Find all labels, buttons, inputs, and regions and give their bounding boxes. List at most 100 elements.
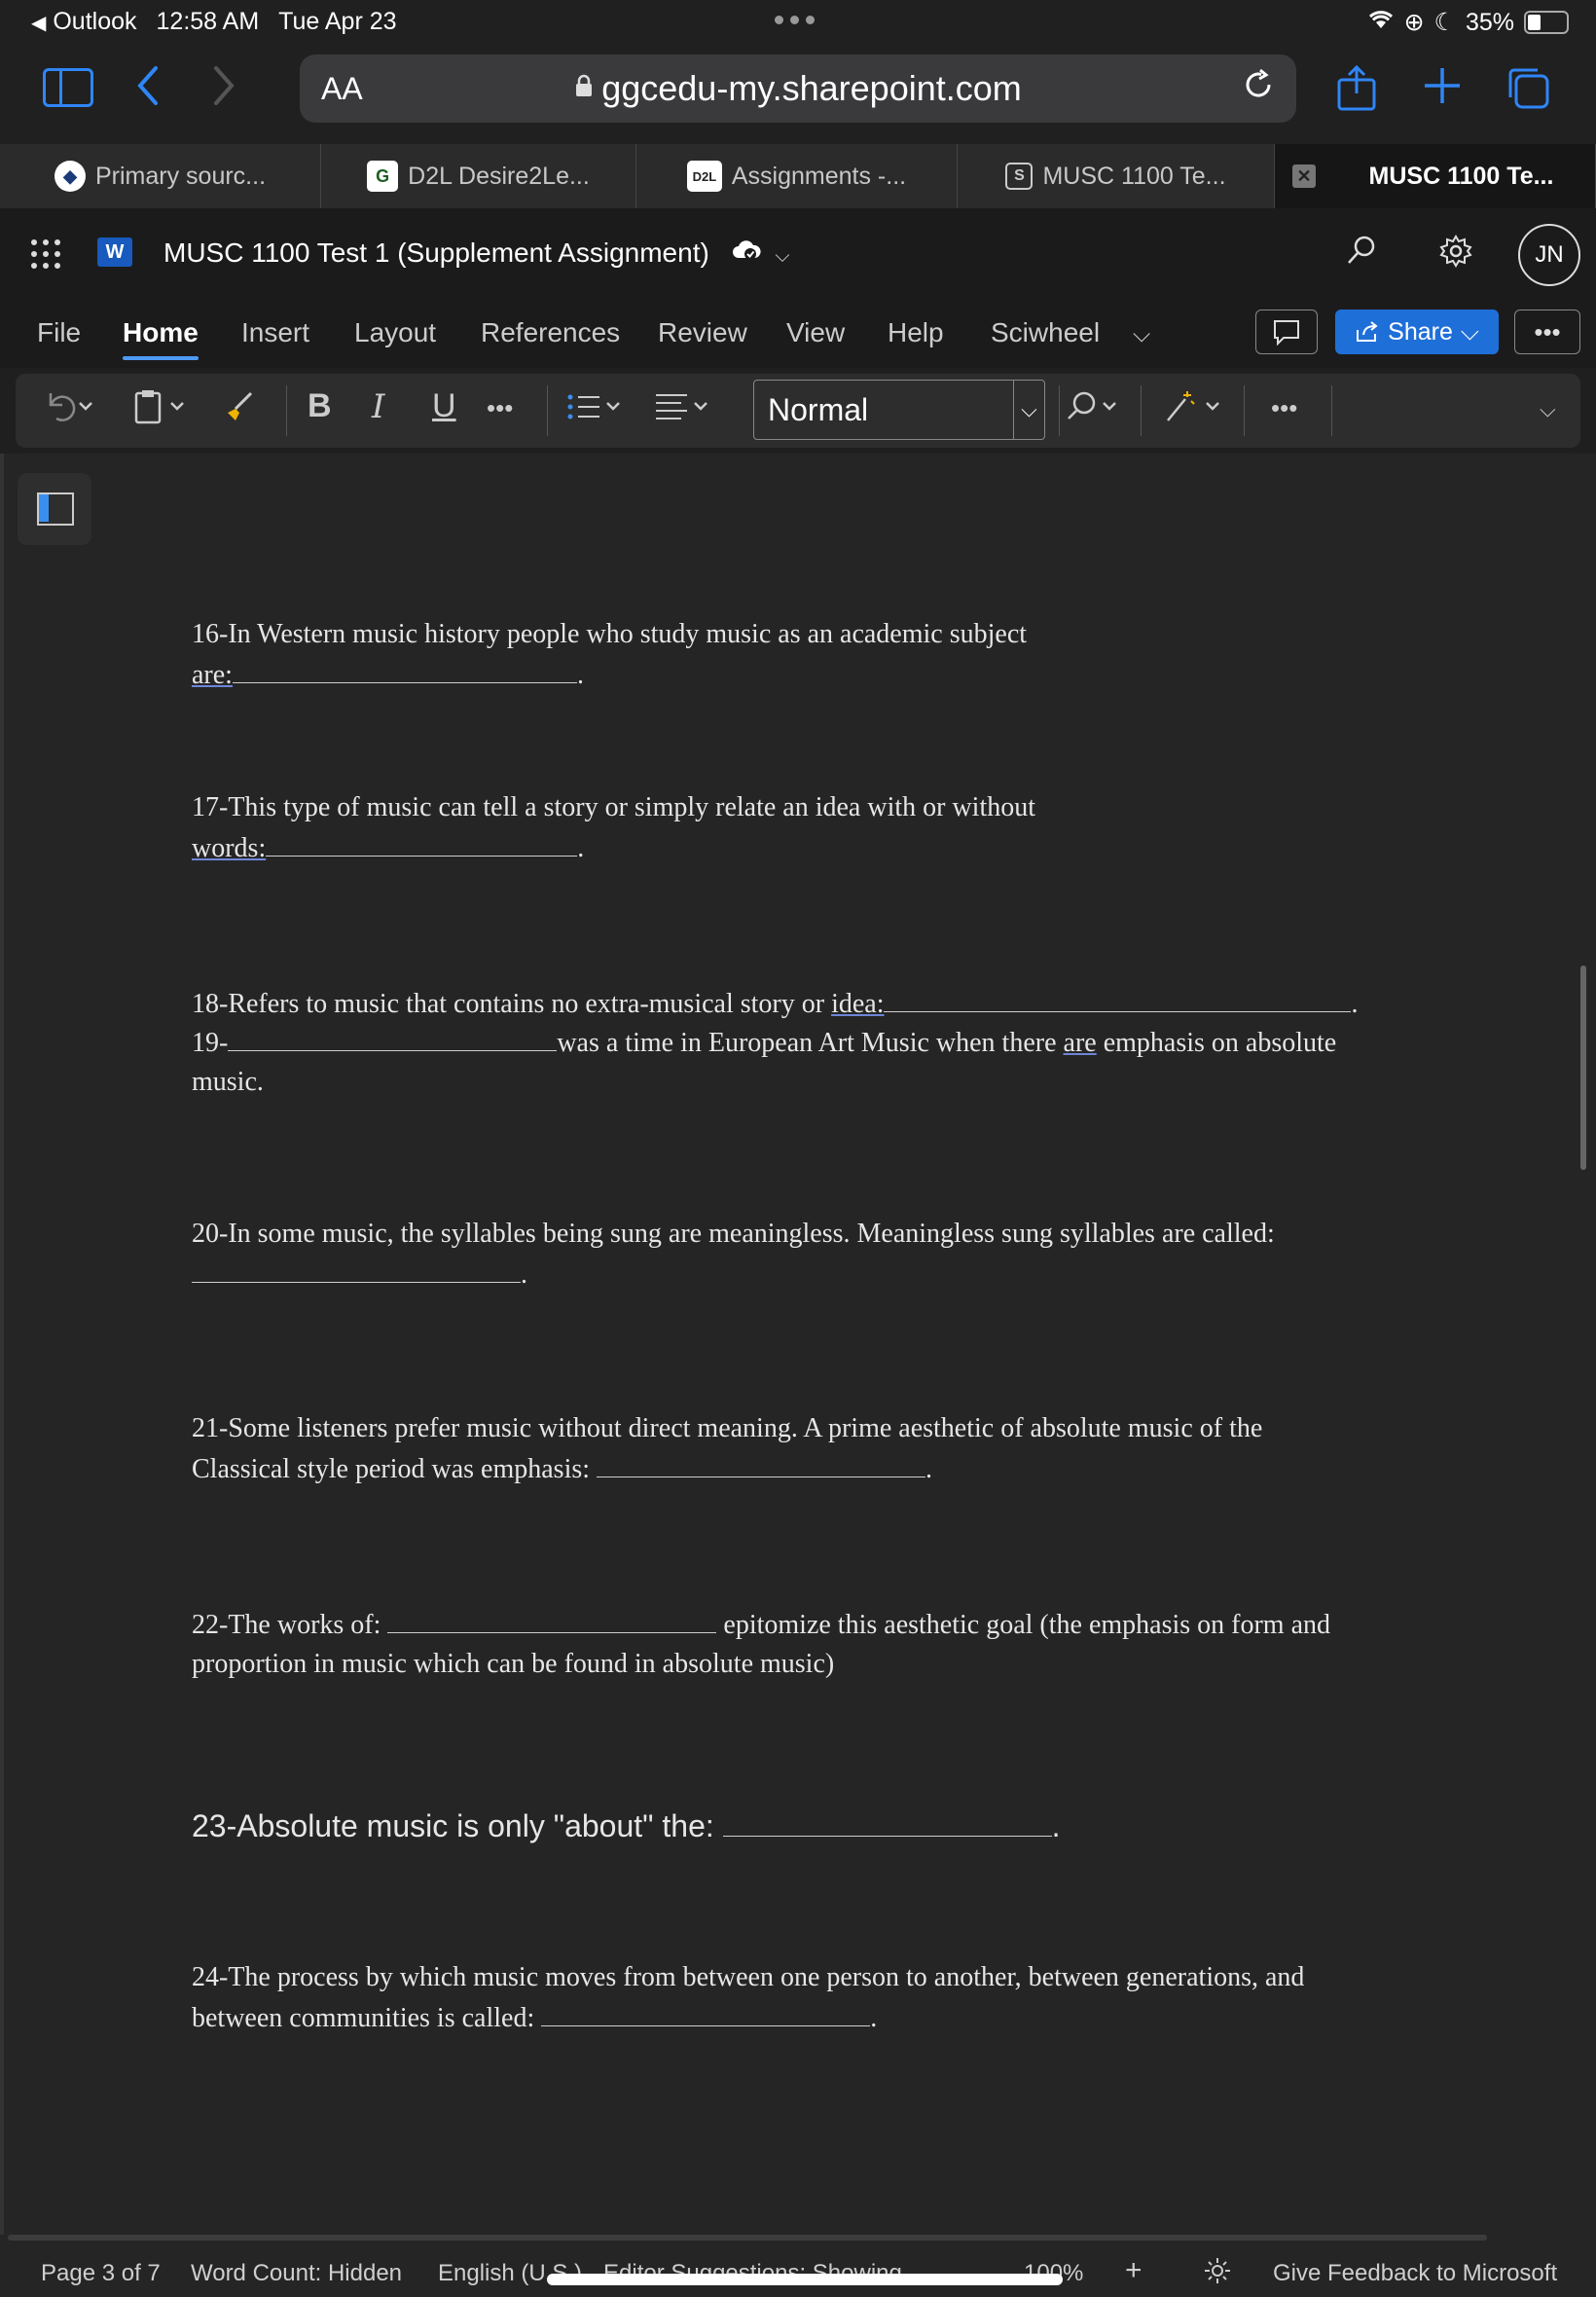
do-not-disturb-icon: ☾: [1433, 9, 1456, 36]
reload-icon[interactable]: [1242, 68, 1275, 110]
tab-favicon-icon: D2L: [686, 161, 722, 192]
expand-ribbon-chevron-icon[interactable]: ⌵: [1540, 397, 1556, 422]
answer-blank[interactable]: [722, 1807, 1052, 1837]
more-commands-icon[interactable]: •••: [1271, 393, 1297, 423]
word-title-bar: W MUSC 1100 Test 1 (Supplement Assignmen…: [0, 208, 1596, 302]
question-16[interactable]: 16-In Western music history people who s…: [192, 615, 1027, 695]
new-tab-icon[interactable]: [1421, 64, 1464, 115]
give-feedback-link[interactable]: Give Feedback to Microsoft: [1273, 2260, 1557, 2287]
home-indicator[interactable]: [547, 2274, 1063, 2285]
tab-d2l-desire2learn[interactable]: G D2L Desire2Le...: [321, 144, 636, 208]
ribbon-tab-view[interactable]: View: [786, 317, 845, 348]
battery-percent: 35%: [1465, 8, 1514, 36]
paragraph-style-select[interactable]: Normal ⌵: [753, 380, 1045, 440]
question-19[interactable]: 19- was a time in European Art Music when…: [192, 1022, 1336, 1102]
question-20[interactable]: 20-In some music, the syllables being su…: [192, 1215, 1275, 1294]
question-22[interactable]: 22-The works of: epitomize this aestheti…: [192, 1604, 1330, 1684]
question-19-number: 19-: [192, 1028, 229, 1058]
paragraph-style-value: Normal: [768, 391, 869, 427]
formatting-toolbar: B I U ••• Normal ⌵ ••• ⌵: [16, 374, 1580, 448]
back-chevron-icon[interactable]: [134, 64, 162, 115]
answer-blank[interactable]: [228, 1022, 558, 1051]
style-dropdown-chevron-icon[interactable]: ⌵: [1013, 381, 1044, 439]
more-font-options-icon[interactable]: •••: [487, 393, 513, 423]
browser-tab-strip: ◆ Primary sourc... G D2L Desire2Le... D2…: [0, 144, 1596, 208]
ribbon-tab-insert[interactable]: Insert: [241, 317, 309, 348]
question-21[interactable]: 21-Some listeners prefer music without d…: [192, 1409, 1262, 1489]
toolbar-divider: [1141, 385, 1142, 436]
answer-blank[interactable]: [192, 1254, 521, 1283]
question-16-text: 16-In Western music history people who s…: [192, 619, 1028, 649]
tab-overview-icon[interactable]: [1505, 64, 1551, 119]
ribbon-tab-sciwheel[interactable]: Sciwheel: [991, 317, 1100, 348]
tab-musc-1100-active[interactable]: ✕ MUSC 1100 Te...: [1275, 144, 1596, 208]
paragraph-align-icon[interactable]: [652, 387, 712, 435]
bullet-list-icon[interactable]: [564, 387, 625, 435]
ribbon-tab-review[interactable]: Review: [658, 317, 747, 348]
reader-font-button[interactable]: AA: [321, 71, 363, 107]
ribbon-tab-layout[interactable]: Layout: [354, 317, 436, 348]
settings-gear-icon[interactable]: [1438, 234, 1473, 277]
address-bar[interactable]: AA ggcedu-my.sharepoint.com: [300, 55, 1296, 123]
tab-label: MUSC 1100 Te...: [1368, 162, 1554, 190]
bold-button[interactable]: B: [308, 387, 332, 425]
question-24[interactable]: 24-The process by which music moves from…: [192, 1958, 1304, 2038]
answer-blank[interactable]: [266, 827, 578, 857]
share-sheet-icon[interactable]: [1335, 64, 1378, 119]
designer-wand-icon[interactable]: [1160, 387, 1228, 435]
navigation-pane-icon[interactable]: [18, 473, 91, 545]
forward-chevron-icon[interactable]: [210, 64, 237, 115]
format-painter-icon[interactable]: [222, 387, 261, 435]
tab-musc-1100-a[interactable]: S MUSC 1100 Te...: [958, 144, 1275, 208]
app-launcher-icon[interactable]: [31, 239, 60, 269]
tab-primary-sources[interactable]: ◆ Primary sourc...: [0, 144, 321, 208]
vertical-scrollbar[interactable]: [1580, 966, 1586, 1170]
undo-icon[interactable]: [43, 387, 97, 435]
battery-icon: [1524, 11, 1569, 34]
multitasking-dots-icon[interactable]: [775, 16, 815, 24]
search-icon[interactable]: [1345, 234, 1378, 275]
word-count[interactable]: Word Count: Hidden: [191, 2260, 402, 2287]
question-23-text: 23-Absolute music is only "about" the:: [192, 1808, 714, 1843]
answer-blank[interactable]: [232, 654, 577, 683]
theme-sun-icon[interactable]: [1203, 2256, 1232, 2292]
clock: 12:58 AM: [156, 8, 260, 35]
answer-blank[interactable]: [387, 1604, 717, 1633]
ribbon-more-chevron-icon[interactable]: ⌵: [1133, 321, 1150, 348]
find-icon[interactable]: [1057, 387, 1125, 435]
ribbon-tab-file[interactable]: File: [37, 317, 81, 348]
horizontal-scrollbar[interactable]: [8, 2235, 1487, 2241]
tab-label: Assignments -...: [731, 162, 907, 190]
question-18[interactable]: 18-Refers to music that contains no extr…: [192, 983, 1358, 1024]
paste-clipboard-icon[interactable]: [130, 387, 191, 435]
answer-blank[interactable]: [884, 983, 1352, 1012]
orientation-lock-icon: ⊕: [1403, 9, 1425, 36]
document-title[interactable]: MUSC 1100 Test 1 (Supplement Assignment)…: [163, 237, 790, 269]
back-to-app-link[interactable]: ◀ Outlook: [31, 8, 137, 36]
document-canvas[interactable]: 16-In Western music history people who s…: [0, 454, 1596, 2235]
user-avatar[interactable]: JN: [1518, 224, 1580, 286]
question-23[interactable]: 23-Absolute music is only "about" the: .: [192, 1806, 1061, 1845]
sidebar-toggle-icon[interactable]: [43, 68, 93, 107]
share-button[interactable]: Share ⌵: [1335, 310, 1499, 354]
tab-assignments[interactable]: D2L Assignments -...: [636, 144, 958, 208]
ribbon-tab-help[interactable]: Help: [888, 317, 944, 348]
question-19-text: was a time in European Art Music when th…: [557, 1028, 1057, 1058]
answer-blank[interactable]: [541, 1997, 871, 2026]
answer-blank[interactable]: [597, 1448, 926, 1477]
more-options-button[interactable]: •••: [1514, 310, 1580, 354]
question-17-label: words:: [192, 833, 267, 863]
close-tab-icon[interactable]: ✕: [1292, 164, 1316, 188]
question-17[interactable]: 17-This type of music can tell a story o…: [192, 788, 1035, 868]
title-chevron-down-icon[interactable]: ⌵: [775, 245, 789, 267]
page-indicator: Page 3 of 7: [41, 2260, 161, 2286]
toolbar-divider: [547, 385, 548, 436]
underline-button[interactable]: U: [432, 387, 456, 425]
date: Tue Apr 23: [278, 8, 397, 35]
italic-button[interactable]: I: [372, 387, 384, 426]
ribbon-tab-references[interactable]: References: [481, 317, 620, 348]
zoom-in-icon[interactable]: +: [1125, 2254, 1143, 2287]
comments-button[interactable]: [1255, 310, 1318, 354]
ribbon-tab-home[interactable]: Home: [123, 317, 199, 360]
battery-fill: [1528, 15, 1541, 30]
